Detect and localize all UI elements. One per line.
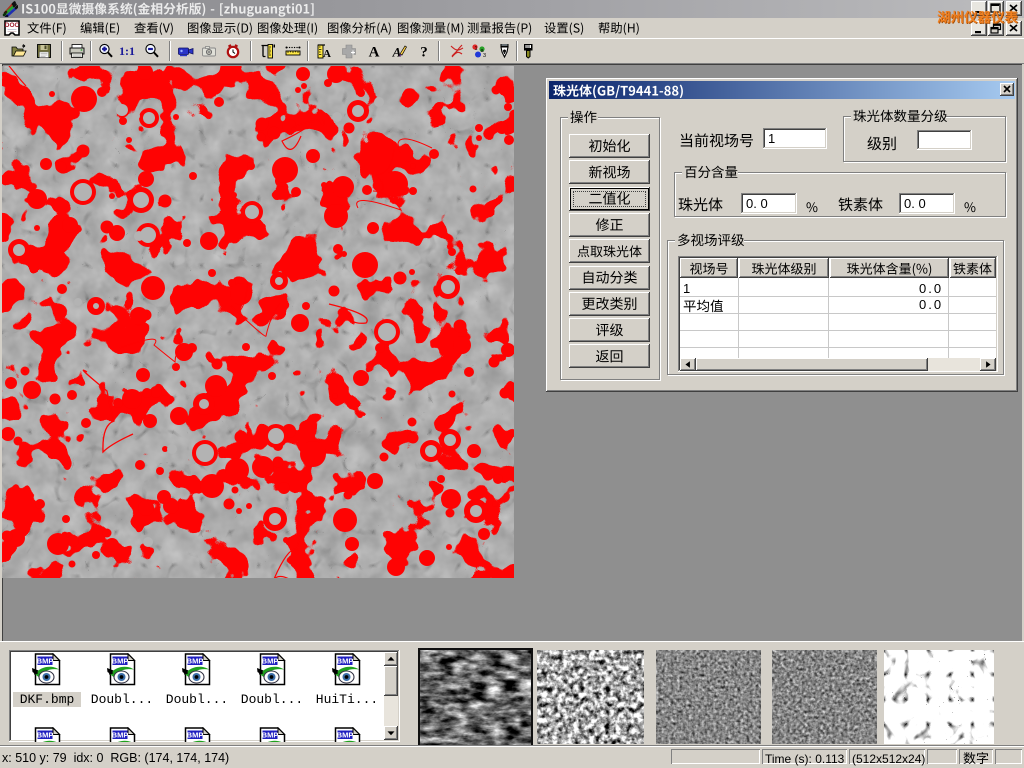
svg-text:1: 1 bbox=[475, 46, 478, 52]
svg-text:BMP: BMP bbox=[337, 657, 354, 666]
svg-text:BMP: BMP bbox=[337, 731, 354, 740]
svg-text:3: 3 bbox=[483, 53, 486, 59]
svg-text:?: ? bbox=[420, 45, 428, 61]
svg-text:BMP: BMP bbox=[187, 731, 204, 740]
svg-text:BMP: BMP bbox=[37, 731, 54, 740]
svg-text:BMP: BMP bbox=[112, 657, 129, 666]
svg-text:BMP: BMP bbox=[262, 731, 279, 740]
svg-text:BMP: BMP bbox=[187, 657, 204, 666]
svg-text:DOC: DOC bbox=[5, 22, 20, 29]
svg-text:A: A bbox=[323, 48, 331, 60]
svg-text:BMP: BMP bbox=[262, 657, 279, 666]
svg-text:A: A bbox=[392, 45, 402, 60]
svg-text:A: A bbox=[369, 45, 380, 61]
svg-text:BMP: BMP bbox=[37, 657, 54, 666]
svg-text:BMP: BMP bbox=[112, 731, 129, 740]
svg-text:1:1: 1:1 bbox=[119, 44, 135, 58]
